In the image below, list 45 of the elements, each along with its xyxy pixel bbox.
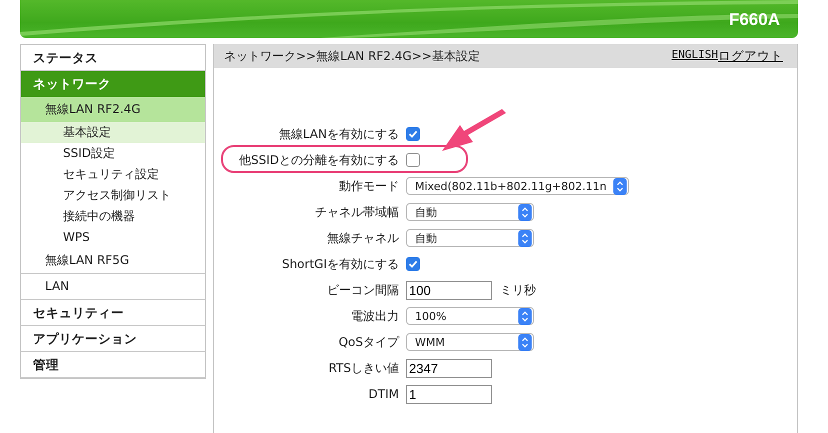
sidebar-item[interactable]: SSID設定 [21, 143, 205, 164]
field-label: DTIM [368, 387, 400, 401]
sidebar-item[interactable]: アクセス制御リスト [21, 185, 205, 206]
header-link[interactable]: ログアウト [718, 48, 783, 64]
input-field[interactable]: 100 [406, 280, 492, 300]
input-field[interactable]: 1 [406, 384, 492, 404]
model-name: F660A [728, 10, 780, 30]
unit-label: ミリ秒 [500, 282, 536, 298]
dropdown[interactable]: 自動 [406, 229, 534, 247]
field-label: QoSタイプ [338, 334, 400, 350]
field-label: RTSしきい値 [328, 360, 400, 376]
sidebar-item[interactable]: セキュリティー [21, 300, 205, 326]
field-label: 無線LANを有効にする [278, 126, 400, 142]
dropdown[interactable]: WMM [406, 333, 534, 351]
sidebar-item[interactable]: 管理 [21, 352, 205, 378]
dropdown[interactable]: Mixed(802.11b+802.11g+802.11n [406, 177, 629, 195]
chevron-icon [518, 308, 532, 324]
chevron-icon [518, 230, 532, 246]
input-field[interactable]: 2347 [406, 358, 492, 378]
checkbox[interactable] [406, 153, 420, 167]
field-label: チャネル帯域幅 [314, 204, 400, 220]
field-label: 無線チャネル [326, 230, 400, 246]
dropdown[interactable]: 100% [406, 307, 534, 325]
sidebar-item[interactable]: 基本設定 [21, 122, 205, 143]
breadcrumb: ネットワーク>>無線LAN RF2.4G>>基本設定 [224, 48, 480, 64]
field-label: ShortGIを有効にする [280, 256, 400, 272]
checkbox[interactable] [406, 127, 420, 141]
sidebar-item[interactable]: 接続中の機器 [21, 206, 205, 227]
sidebar-item[interactable]: アプリケーション [21, 326, 205, 352]
sidebar-item[interactable]: 無線LAN RF2.4G [21, 97, 205, 122]
sidebar-item[interactable]: WPS [21, 227, 205, 248]
field-label: 他SSIDとの分離を有効にする [238, 152, 400, 168]
dropdown[interactable]: 自動 [406, 203, 534, 221]
sidebar-item[interactable]: ネットワーク [21, 71, 205, 97]
chevron-icon [518, 334, 532, 350]
sidebar-item[interactable]: 無線LAN RF5G [21, 248, 205, 274]
sidebar-item[interactable]: LAN [21, 274, 205, 300]
field-label: 動作モード [338, 178, 400, 194]
field-label: 電波出力 [350, 308, 400, 324]
chevron-icon [612, 178, 627, 194]
checkbox[interactable] [406, 257, 420, 271]
field-label: ビーコン間隔 [326, 282, 400, 298]
chevron-icon [518, 204, 532, 220]
sidebar-item[interactable]: セキュリティ設定 [21, 164, 205, 185]
header-link[interactable]: ENGLISH [672, 48, 718, 64]
